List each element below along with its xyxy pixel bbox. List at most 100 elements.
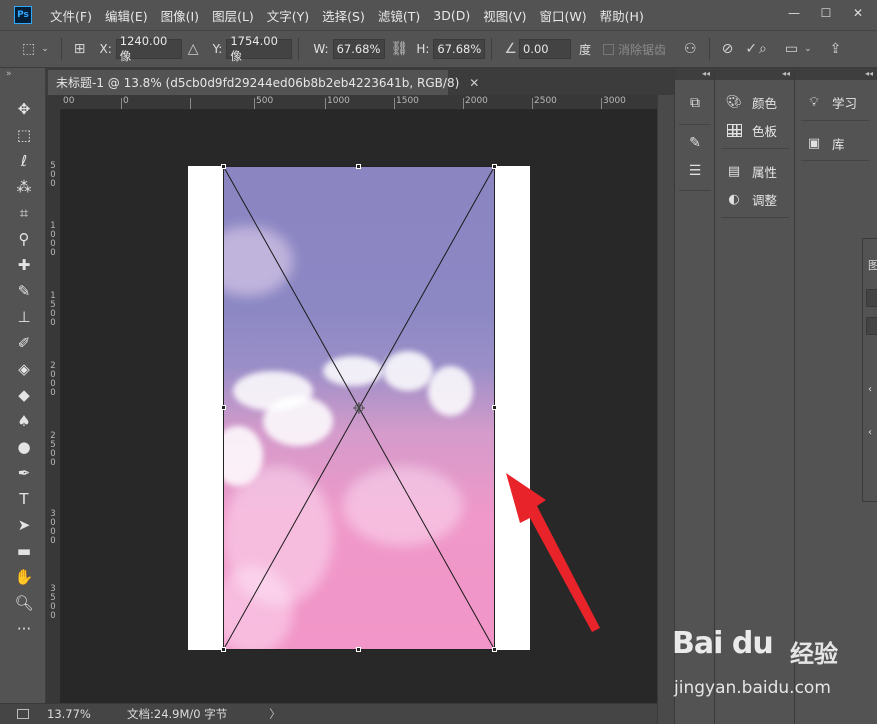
- transform-handle[interactable]: [492, 405, 497, 410]
- document-tab[interactable]: 未标题-1 @ 13.8% (d5cb0d9fd29244ed06b8b2eb4…: [48, 70, 479, 95]
- angle-input[interactable]: 0.00: [518, 39, 571, 59]
- crop-tool-icon[interactable]: ⌗: [13, 202, 35, 224]
- maximize-button[interactable]: ☐: [815, 4, 837, 22]
- brush-tool-icon[interactable]: ✎: [13, 280, 35, 302]
- menu-filter[interactable]: 滤镜(T): [378, 6, 420, 25]
- transform-bounding-box[interactable]: [188, 166, 530, 650]
- status-bar: 13.77% 文档:24.9M/0 字节 〉: [0, 703, 657, 724]
- menu-edit[interactable]: 编辑(E): [105, 6, 148, 25]
- path-selection-tool-icon[interactable]: ➤: [13, 514, 35, 536]
- zoom-level[interactable]: 13.77%: [47, 707, 107, 721]
- chevron-down-icon[interactable]: ⌄: [804, 44, 812, 54]
- status-menu-arrow-icon[interactable]: 〉: [269, 706, 281, 722]
- paint-bucket-tool-icon[interactable]: ◆: [13, 384, 35, 406]
- move-tool-icon[interactable]: ✥: [13, 98, 35, 120]
- eraser-tool-icon[interactable]: ◈: [13, 358, 35, 380]
- healing-brush-tool-icon[interactable]: ✚: [13, 254, 35, 276]
- transform-tool-icon[interactable]: ⬚: [22, 41, 35, 57]
- share-icon[interactable]: ⇪: [830, 41, 842, 57]
- dodge-tool-icon[interactable]: ●: [13, 436, 35, 458]
- floating-panel-field[interactable]: [866, 317, 877, 335]
- chevron-left-icon[interactable]: ‹: [868, 384, 872, 395]
- ruler-tick: [532, 98, 533, 109]
- height-input[interactable]: 67.68%: [433, 39, 486, 59]
- transform-handle[interactable]: [492, 164, 497, 169]
- panel-tab-swatches[interactable]: 色板: [725, 120, 777, 140]
- y-position-input[interactable]: 1754.00 像: [226, 34, 293, 63]
- close-window-button[interactable]: ✕: [847, 4, 869, 22]
- adjustments-icon: ◐: [728, 191, 740, 207]
- history-panel-icon[interactable]: ⧉: [686, 94, 704, 112]
- cancel-transform-icon[interactable]: ⊘: [722, 41, 734, 57]
- panel-tab-libraries[interactable]: ▣ 库: [805, 133, 845, 153]
- transform-handle[interactable]: [356, 647, 361, 652]
- panel-tab-color[interactable]: 🎨︎ 颜色: [725, 92, 777, 112]
- chevron-left-icon[interactable]: ‹: [868, 427, 872, 438]
- reference-point-icon[interactable]: ⊞: [74, 41, 86, 57]
- angle-icon: ∠: [504, 41, 517, 57]
- menu-image[interactable]: 图像(I): [161, 6, 199, 25]
- panel-tab-learn[interactable]: 💡︎ 学习: [805, 92, 857, 112]
- commit-transform-icon[interactable]: ✓: [745, 41, 757, 57]
- delta-relative-icon[interactable]: △: [188, 41, 199, 57]
- antialias-checkbox[interactable]: [603, 43, 614, 55]
- separator: [801, 120, 869, 121]
- ruler-tick: [121, 98, 122, 109]
- history-brush-tool-icon[interactable]: ✐: [13, 332, 35, 354]
- status-screen-icon[interactable]: [17, 709, 29, 719]
- ruler-tick: [325, 98, 326, 109]
- menu-layer[interactable]: 图层(L): [212, 6, 254, 25]
- floating-panel-tab[interactable]: 图: [868, 257, 877, 273]
- panel-collapse-icon[interactable]: ◂◂: [715, 68, 794, 80]
- type-tool-icon[interactable]: T: [13, 488, 35, 510]
- menu-3d[interactable]: 3D(D): [433, 8, 470, 23]
- panel-tab-properties[interactable]: ▤ 属性: [725, 161, 777, 181]
- menu-view[interactable]: 视图(V): [483, 6, 526, 25]
- hand-tool-icon[interactable]: ✋: [13, 566, 35, 588]
- marquee-tool-icon[interactable]: ⬚: [13, 124, 35, 146]
- panel-collapse-icon[interactable]: ◂◂: [795, 68, 877, 80]
- transform-handle[interactable]: [221, 405, 226, 410]
- search-icon[interactable]: ⌕: [759, 41, 767, 57]
- x-position-input[interactable]: 1240.00 像: [115, 34, 182, 63]
- zoom-tool-icon[interactable]: 🔍︎: [13, 592, 35, 614]
- transform-handle[interactable]: [356, 164, 361, 169]
- transform-handle[interactable]: [221, 164, 226, 169]
- brush-presets-icon[interactable]: ☰: [686, 162, 704, 180]
- pen-tool-icon[interactable]: ✒: [13, 462, 35, 484]
- options-bar: ⬚ ⌄ ⊞ X: 1240.00 像 △ Y: 1754.00 像 W: 67.…: [0, 30, 877, 68]
- chevron-down-icon[interactable]: ⌄: [41, 44, 49, 54]
- blur-tool-icon[interactable]: ♠: [13, 410, 35, 432]
- workspace-icon[interactable]: ▭: [785, 41, 798, 57]
- document-canvas[interactable]: [188, 164, 530, 652]
- transform-handle[interactable]: [492, 647, 497, 652]
- link-icon[interactable]: ⛓: [391, 41, 409, 57]
- magic-wand-tool-icon[interactable]: ⁂: [13, 176, 35, 198]
- menu-type[interactable]: 文字(Y): [267, 6, 309, 25]
- warp-icon[interactable]: ⚇: [684, 41, 697, 57]
- width-input[interactable]: 67.68%: [332, 39, 385, 59]
- brush-settings-icon[interactable]: ✎: [686, 134, 704, 152]
- menu-select[interactable]: 选择(S): [322, 6, 365, 25]
- panel-tab-adjustments[interactable]: ◐ 调整: [725, 189, 777, 209]
- collapse-icon[interactable]: »: [6, 69, 12, 79]
- canvas-area[interactable]: [61, 110, 657, 703]
- rectangle-tool-icon[interactable]: ▬: [13, 540, 35, 562]
- floating-panel[interactable]: 图 ‹ ‹: [862, 238, 877, 502]
- menu-file[interactable]: 文件(F): [50, 6, 92, 25]
- ruler-tick: [394, 98, 395, 109]
- stamp-tool-icon[interactable]: ⊥: [13, 306, 35, 328]
- ruler-tick-label: 1000: [327, 96, 350, 106]
- close-tab-icon[interactable]: ✕: [469, 76, 479, 90]
- eyedropper-tool-icon[interactable]: ⚲: [13, 228, 35, 250]
- minimize-button[interactable]: —: [783, 4, 805, 22]
- transform-handle[interactable]: [221, 647, 226, 652]
- panel-collapse-icon[interactable]: ◂◂: [675, 68, 714, 80]
- menu-window[interactable]: 窗口(W): [540, 6, 587, 25]
- menu-help[interactable]: 帮助(H): [600, 6, 644, 25]
- separator: [298, 38, 300, 60]
- document-size: 文档:24.9M/0 字节: [127, 707, 228, 721]
- floating-panel-field[interactable]: [866, 289, 877, 307]
- more-tools-icon[interactable]: ···: [13, 618, 35, 640]
- lasso-tool-icon[interactable]: ℓ: [13, 150, 35, 172]
